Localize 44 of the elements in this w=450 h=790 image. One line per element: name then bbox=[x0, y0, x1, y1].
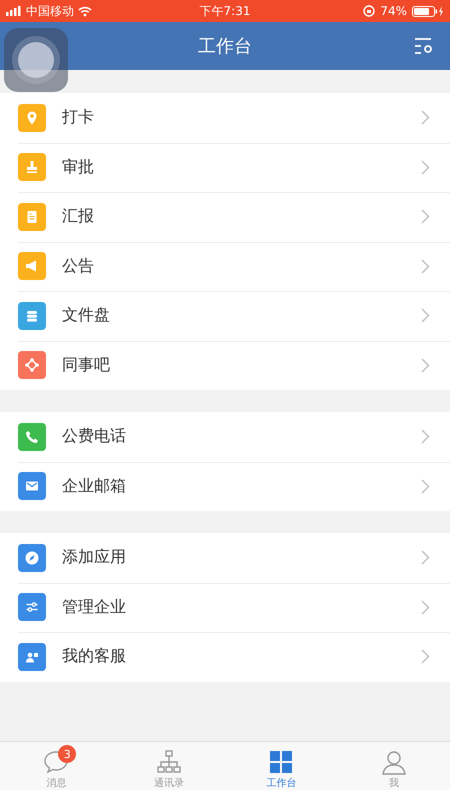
menu-label: 公告 bbox=[62, 256, 95, 277]
rotation-lock-icon bbox=[363, 5, 376, 17]
menu-row[interactable]: 添加应用 bbox=[0, 533, 450, 582]
signal-icon bbox=[6, 6, 22, 16]
menu-row[interactable]: 文件盘 bbox=[0, 291, 450, 340]
chevron-right-icon bbox=[421, 209, 430, 224]
chevron-right-icon bbox=[421, 649, 430, 664]
wifi-icon bbox=[78, 6, 92, 16]
menu-row[interactable]: 公费电话 bbox=[0, 412, 450, 462]
menu-label: 审批 bbox=[62, 156, 95, 178]
menu-label: 我的客服 bbox=[62, 646, 127, 668]
menu-row[interactable]: 打卡 bbox=[0, 93, 450, 142]
menu-row[interactable]: 管理企业 bbox=[0, 582, 450, 632]
chevron-right-icon bbox=[421, 600, 430, 615]
battery-percent: 74% bbox=[380, 4, 407, 18]
unread-badge: 3 bbox=[58, 745, 76, 763]
menu-label: 添加应用 bbox=[62, 547, 127, 568]
chevron-right-icon bbox=[421, 478, 430, 494]
chevron-right-icon bbox=[421, 429, 430, 444]
carrier-name: 中国移动 bbox=[26, 2, 74, 20]
menu-label: 企业邮箱 bbox=[62, 476, 127, 497]
page-title: 工作台 bbox=[198, 35, 252, 58]
menu-label: 同事吧 bbox=[62, 354, 111, 376]
menu-label: 文件盘 bbox=[62, 305, 111, 326]
menu-row[interactable]: 审批 bbox=[0, 142, 450, 192]
chevron-right-icon bbox=[421, 110, 430, 126]
chevron-right-icon bbox=[421, 258, 430, 274]
menu-label: 汇报 bbox=[62, 206, 95, 228]
menu-label: 打卡 bbox=[62, 107, 95, 128]
chevron-right-icon bbox=[421, 550, 430, 566]
status-time: 下午7:31 bbox=[200, 2, 250, 20]
tab-bar-item[interactable]: 工作台 bbox=[225, 742, 338, 790]
assistive-touch-button[interactable] bbox=[4, 28, 68, 92]
chevron-right-icon bbox=[421, 308, 430, 324]
menu-row[interactable]: 汇报 bbox=[0, 192, 450, 242]
chevron-right-icon bbox=[421, 160, 430, 175]
chevron-right-icon bbox=[421, 358, 430, 373]
menu-row[interactable]: 我的客服 bbox=[0, 632, 450, 682]
menu-label: 公费电话 bbox=[62, 426, 127, 448]
menu-label: 管理企业 bbox=[62, 596, 127, 618]
menu-row[interactable]: 公告 bbox=[0, 242, 450, 291]
menu-row[interactable]: 企业邮箱 bbox=[0, 462, 450, 511]
menu-row[interactable]: 同事吧 bbox=[0, 340, 450, 390]
battery-charging-icon bbox=[412, 6, 444, 16]
